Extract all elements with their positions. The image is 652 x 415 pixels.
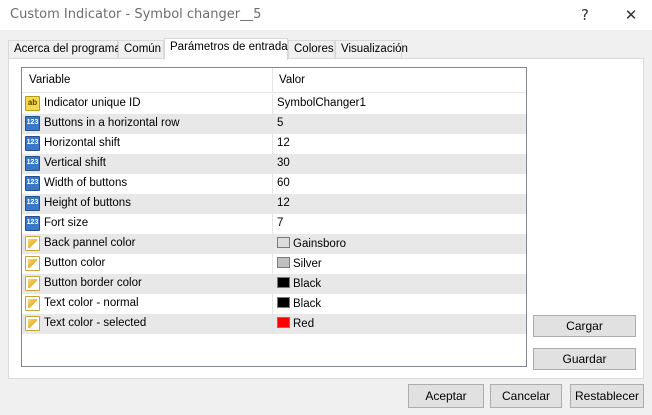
parameter-value[interactable]: Silver xyxy=(277,257,322,270)
parameter-row[interactable]: 123 Width of buttons 60 xyxy=(22,174,526,194)
grid-header: Variable Valor xyxy=(22,68,526,93)
column-divider xyxy=(272,154,273,174)
text-param-icon: ab xyxy=(25,96,40,111)
parameter-row[interactable]: 123 Height of buttons 12 xyxy=(22,194,526,214)
parameter-row[interactable]: 123 Horizontal shift 12 xyxy=(22,134,526,154)
parameter-name: Fort size xyxy=(44,217,89,229)
integer-param-icon: 123 xyxy=(25,196,40,211)
parameter-row[interactable]: Text color - selected Red xyxy=(22,314,526,334)
tab-common[interactable]: Común xyxy=(118,40,164,59)
parameters-grid: Variable Valor ab Indicator unique ID Symb… xyxy=(21,67,527,367)
color-param-icon xyxy=(25,316,40,331)
parameter-row[interactable]: 123 Fort size 7 xyxy=(22,214,526,234)
parameter-value[interactable]: 7 xyxy=(277,217,283,229)
parameter-row[interactable]: 123 Vertical shift 30 xyxy=(22,154,526,174)
tab-visualization[interactable]: Visualización xyxy=(335,40,408,59)
color-swatch xyxy=(277,317,290,328)
column-divider xyxy=(272,174,273,194)
color-param-icon xyxy=(25,276,40,291)
column-divider[interactable] xyxy=(272,68,273,93)
integer-param-icon: 123 xyxy=(25,136,40,151)
parameter-value[interactable]: 12 xyxy=(277,197,290,209)
color-swatch xyxy=(277,297,290,308)
load-button[interactable]: Cargar xyxy=(533,315,636,337)
accept-button[interactable]: Aceptar xyxy=(408,384,484,408)
reset-button[interactable]: Restablecer xyxy=(570,384,644,408)
color-swatch xyxy=(277,277,290,288)
parameter-value[interactable]: Black xyxy=(277,297,321,310)
parameter-name: Text color - normal xyxy=(44,297,139,309)
column-divider xyxy=(272,94,273,114)
tab-input-parameters[interactable]: Parámetros de entrada xyxy=(164,38,288,60)
parameter-name: Buttons in a horizontal row xyxy=(44,117,180,129)
integer-param-icon: 123 xyxy=(25,176,40,191)
color-name: Black xyxy=(293,278,322,290)
window-title: Custom Indicator - Symbol changer__5 xyxy=(10,7,262,22)
save-button[interactable]: Guardar xyxy=(533,348,636,370)
parameter-name: Height of buttons xyxy=(44,197,131,209)
column-divider xyxy=(272,274,273,294)
column-divider xyxy=(272,214,273,234)
parameter-name: Text color - selected xyxy=(44,317,147,329)
column-divider xyxy=(272,234,273,254)
parameter-value[interactable]: 60 xyxy=(277,177,290,189)
color-name: Gainsboro xyxy=(293,238,347,250)
parameter-value[interactable]: 30 xyxy=(277,157,290,169)
integer-param-icon: 123 xyxy=(25,216,40,231)
close-icon[interactable]: ✕ xyxy=(620,4,642,26)
column-divider xyxy=(272,294,273,314)
input-parameters-panel: Variable Valor ab Indicator unique ID Symb… xyxy=(8,58,644,379)
column-header-variable[interactable]: Variable xyxy=(29,74,70,86)
color-param-icon xyxy=(25,256,40,271)
column-divider xyxy=(272,254,273,274)
parameter-row[interactable]: ab Indicator unique ID SymbolChanger1 xyxy=(22,94,526,114)
tab-about[interactable]: Acerca del programa xyxy=(8,40,121,59)
integer-param-icon: 123 xyxy=(25,116,40,131)
column-divider xyxy=(272,134,273,154)
parameter-value[interactable]: Red xyxy=(277,317,314,330)
parameter-name: Button color xyxy=(44,257,106,269)
parameter-name: Back pannel color xyxy=(44,237,136,249)
parameter-row[interactable]: Back pannel color Gainsboro xyxy=(22,234,526,254)
parameter-name: Indicator unique ID xyxy=(44,97,141,109)
color-swatch xyxy=(277,257,290,268)
color-name: Red xyxy=(293,318,315,330)
parameter-value[interactable]: 5 xyxy=(277,117,283,129)
parameter-row[interactable]: Text color - normal Black xyxy=(22,294,526,314)
column-header-value[interactable]: Valor xyxy=(279,74,305,86)
parameter-name: Horizontal shift xyxy=(44,137,121,149)
title-bar: Custom Indicator - Symbol changer__5 ? ✕ xyxy=(0,0,652,30)
parameter-value[interactable]: Black xyxy=(277,277,321,290)
integer-param-icon: 123 xyxy=(25,156,40,171)
parameter-value[interactable]: 12 xyxy=(277,137,290,149)
parameter-row[interactable]: Button border color Black xyxy=(22,274,526,294)
help-icon[interactable]: ? xyxy=(574,4,596,26)
color-name: Silver xyxy=(293,258,322,270)
parameter-name: Vertical shift xyxy=(44,157,106,169)
parameter-name: Width of buttons xyxy=(44,177,128,189)
parameter-row[interactable]: Button color Silver xyxy=(22,254,526,274)
color-swatch xyxy=(277,237,290,248)
color-name: Black xyxy=(293,298,322,310)
color-param-icon xyxy=(25,296,40,311)
tab-colors[interactable]: Colores xyxy=(288,40,335,59)
parameter-value[interactable]: SymbolChanger1 xyxy=(277,97,366,109)
cancel-button[interactable]: Cancelar xyxy=(490,384,562,408)
parameter-name: Button border color xyxy=(44,277,142,289)
column-divider xyxy=(272,314,273,334)
column-divider xyxy=(272,114,273,134)
color-param-icon xyxy=(25,236,40,251)
parameter-row[interactable]: 123 Buttons in a horizontal row 5 xyxy=(22,114,526,134)
column-divider xyxy=(272,194,273,214)
parameter-value[interactable]: Gainsboro xyxy=(277,237,346,250)
